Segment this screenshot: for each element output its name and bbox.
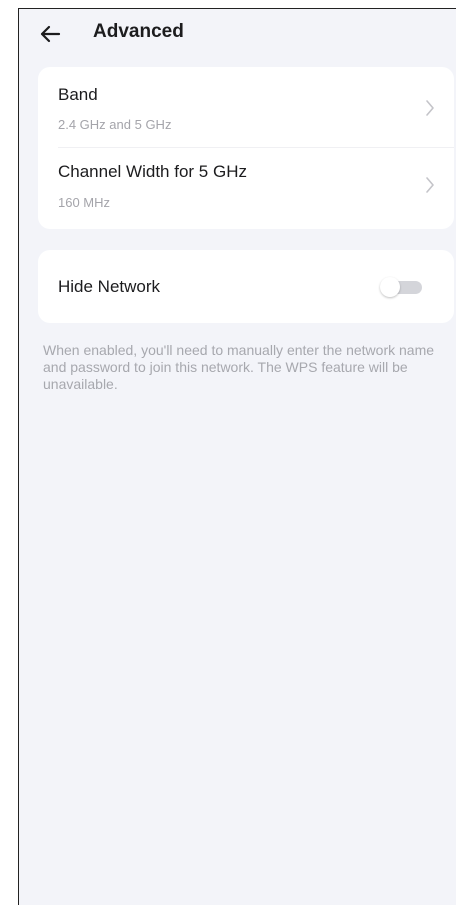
toggle-knob xyxy=(380,277,400,297)
band-label: Band xyxy=(58,85,98,104)
band-setting-row[interactable]: Band 2.4 GHz and 5 GHz xyxy=(38,67,454,148)
band-value: 2.4 GHz and 5 GHz xyxy=(58,117,172,132)
advanced-screen: Advanced Band 2.4 GHz and 5 GHz Channel … xyxy=(18,8,456,905)
chevron-right-icon xyxy=(426,177,434,193)
channel-width-setting-row[interactable]: Channel Width for 5 GHz 160 MHz xyxy=(38,148,454,229)
hide-network-label: Hide Network xyxy=(58,277,161,296)
top-bar: Advanced xyxy=(19,9,456,59)
network-settings-card: Band 2.4 GHz and 5 GHz Channel Width for… xyxy=(38,67,454,229)
back-button[interactable] xyxy=(35,19,65,49)
channel-width-value: 160 MHz xyxy=(58,195,111,210)
hide-network-description: When enabled, you'll need to manually en… xyxy=(43,342,435,392)
page-title: Advanced xyxy=(93,21,184,42)
arrow-left-icon xyxy=(40,25,61,43)
hide-network-card: Hide Network xyxy=(38,250,454,323)
hide-network-toggle[interactable] xyxy=(380,277,422,297)
channel-width-label: Channel Width for 5 GHz xyxy=(58,162,247,181)
chevron-right-icon xyxy=(426,100,434,116)
